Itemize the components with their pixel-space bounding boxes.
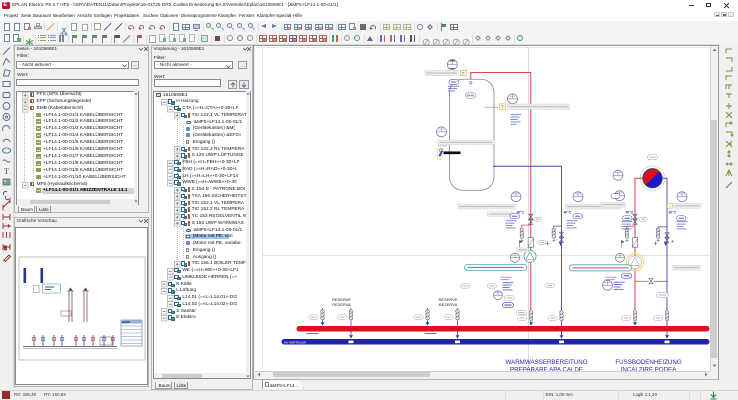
svg-text:40°C: 40°C xyxy=(563,210,571,214)
svg-text:HK-VERTEILER: HK-VERTEILER xyxy=(284,340,307,344)
svg-text:40°C: 40°C xyxy=(625,210,633,214)
svg-text:T: T xyxy=(501,104,504,109)
svg-text:WARMWASSERBEREITUNG: WARMWASSERBEREITUNG xyxy=(505,359,587,366)
svg-text:REZERVA: REZERVA xyxy=(438,302,457,307)
svg-text:5: 5 xyxy=(4,246,7,252)
svg-text:30°C: 30°C xyxy=(668,210,676,214)
svg-text:REZERVA: REZERVA xyxy=(332,302,351,307)
svg-text:T: T xyxy=(4,167,9,176)
svg-text:FUSSBODENHEIZUNG: FUSSBODENHEIZUNG xyxy=(615,359,682,366)
svg-text:40°C: 40°C xyxy=(516,210,524,214)
svg-text:T: T xyxy=(461,71,464,76)
